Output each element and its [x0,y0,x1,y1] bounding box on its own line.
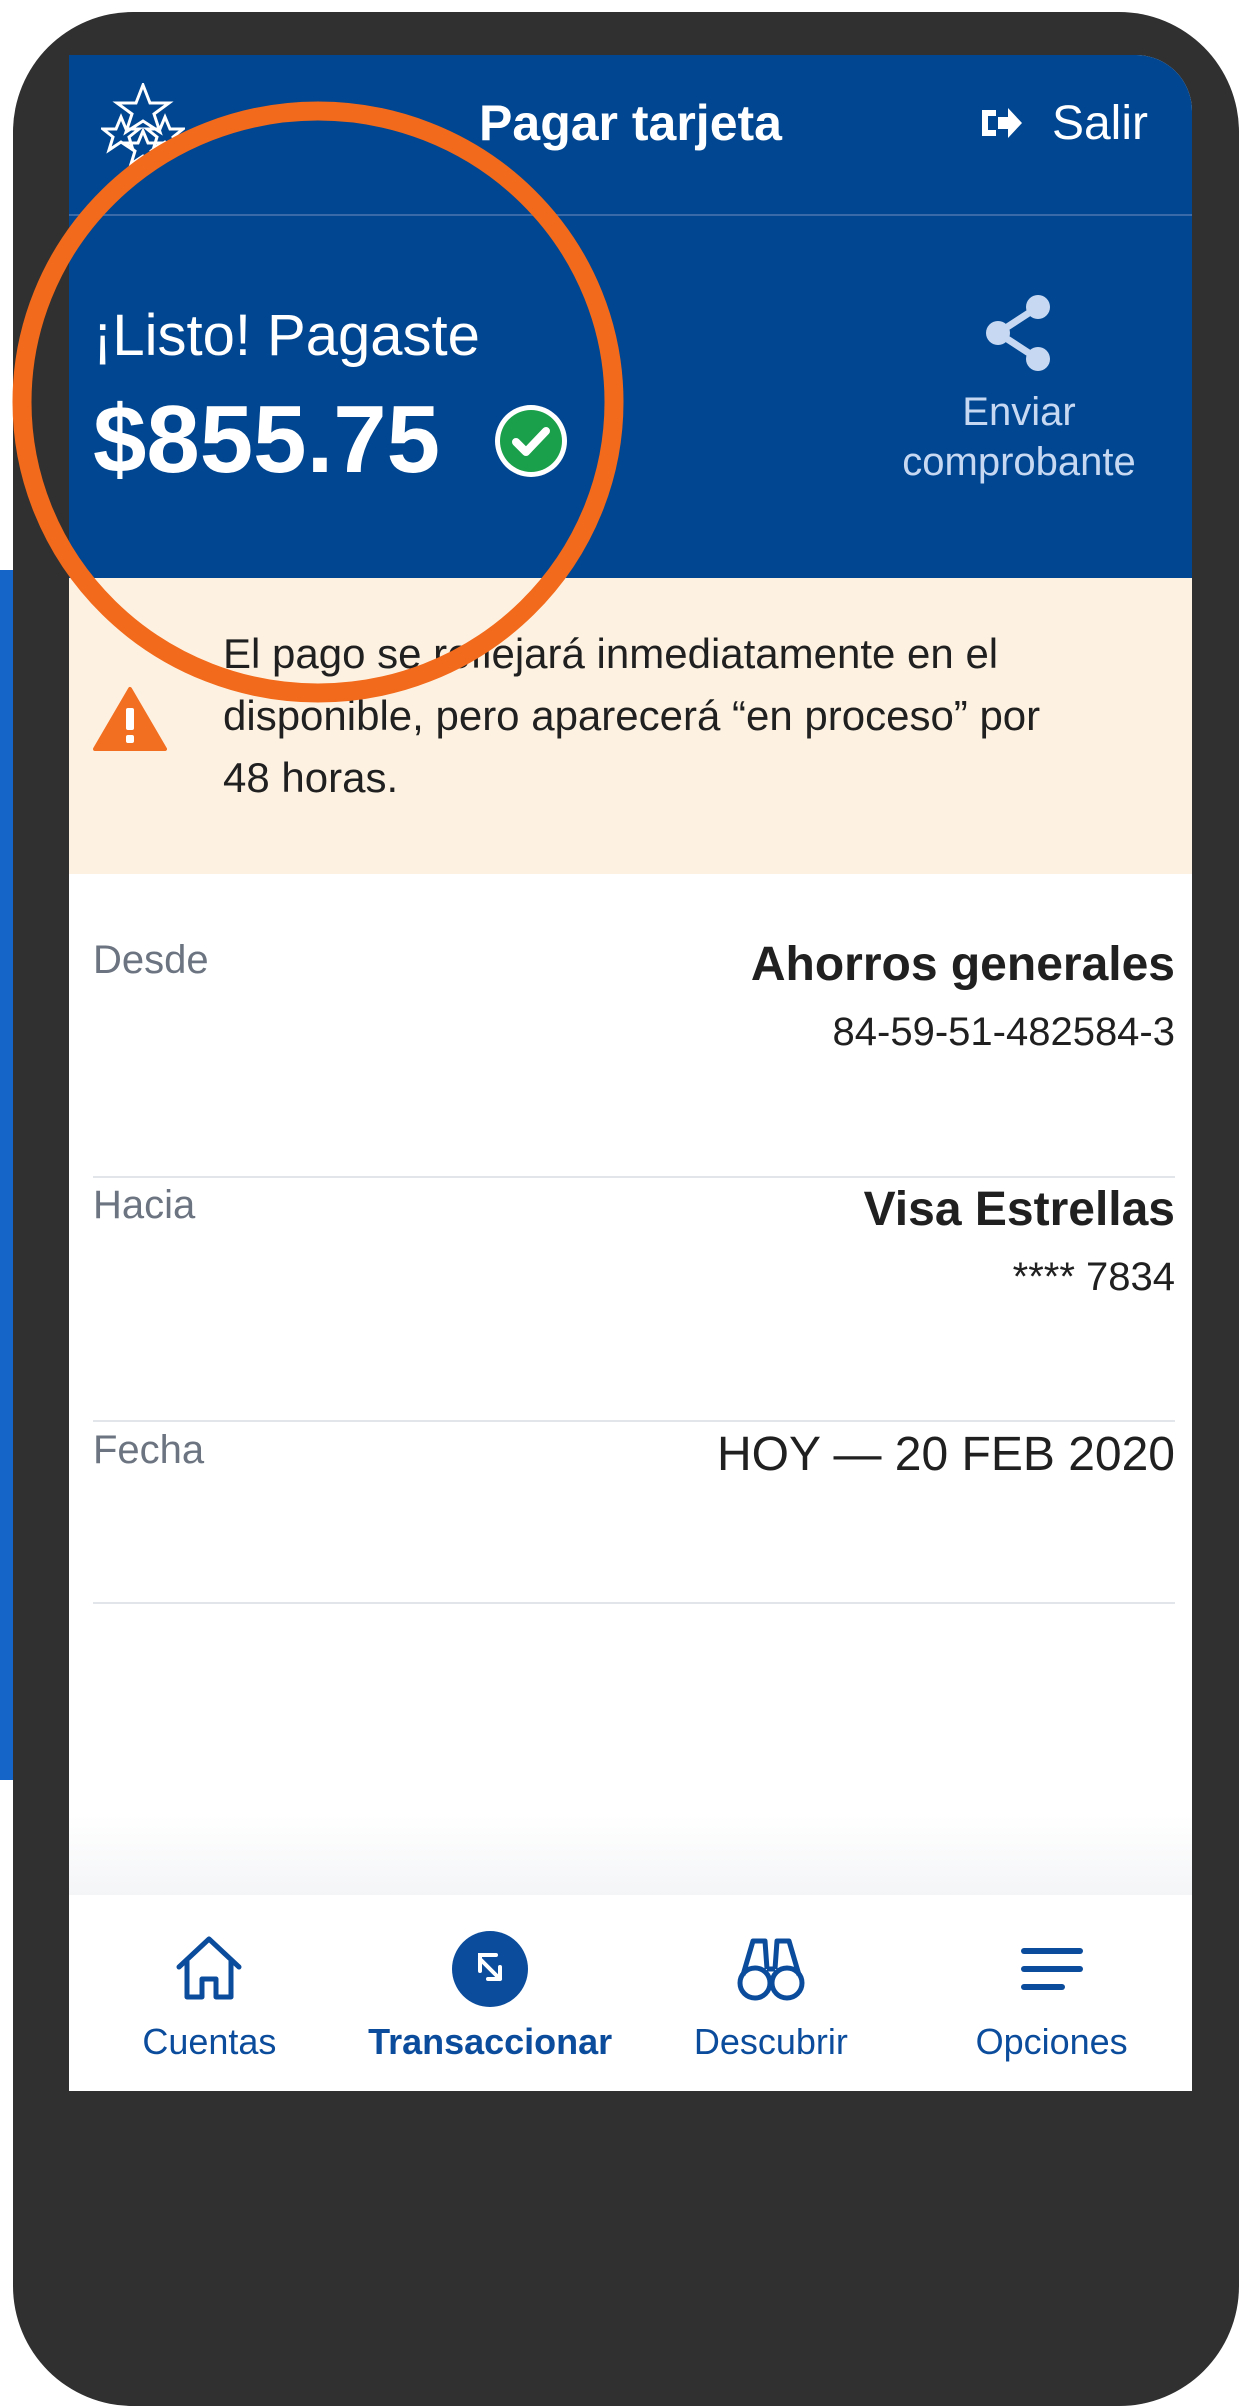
detail-row-from: Desde Ahorros generales 84-59-51-482584-… [93,935,1175,1178]
tab-cuentas-label: Cuentas [142,2021,277,2062]
send-receipt-label-line1: Enviar [962,390,1076,434]
tab-opciones-label: Opciones [975,2021,1128,2062]
home-icon [176,1936,242,2000]
share-icon [986,295,1050,371]
warning-text-line2: disponible, pero aparecerá “en proceso” … [223,692,1041,739]
to-label: Hacia [93,1183,196,1227]
detail-row-date: Fecha HOY — 20 FEB 2020 [93,1425,1175,1604]
send-receipt-button[interactable]: Enviar comprobante [854,293,1184,487]
logout-label: Salir [1051,96,1148,150]
logout-button[interactable]: Salir [978,93,1148,153]
binoculars-icon [737,1938,805,2001]
payment-amount: $855.75 [93,386,441,493]
header-divider [69,214,1192,216]
check-circle-icon [495,405,567,477]
tab-transaccionar[interactable]: Transaccionar [350,1895,631,2091]
to-card-number: **** 7834 [1012,1255,1175,1299]
tab-transaccionar-label: Transaccionar [368,2021,613,2062]
date-label: Fecha [93,1428,205,1472]
transfer-icon [452,1931,529,2007]
warning-icon [93,687,167,751]
app-screen: Pagar tarjeta Salir ¡Listo! Pagaste $855… [69,55,1192,2091]
warning-text-line3: 48 horas. [223,754,399,801]
warning-text: El pago se reflejará inmediatamente en e… [223,623,1153,809]
warning-text-line1: El pago se reflejará inmediatamente en e… [223,630,999,677]
payment-status-text: ¡Listo! Pagaste [93,303,480,368]
menu-icon [1020,1948,1083,1990]
bottom-nav: Cuentas Transaccionar Descubrir Opciones [69,1895,1192,2091]
tab-descubrir-label: Descubrir [693,2021,848,2062]
tab-descubrir[interactable]: Descubrir [631,1895,912,2091]
send-receipt-label-line2: comprobante [902,440,1136,484]
detail-row-to: Hacia Visa Estrellas **** 7834 [93,1180,1175,1422]
nav-shadow [69,1815,1192,1895]
to-card-name: Visa Estrellas [863,1183,1175,1236]
date-value: HOY — 20 FEB 2020 [716,1428,1175,1481]
tab-opciones[interactable]: Opciones [911,1895,1192,2091]
from-label: Desde [93,938,209,982]
logout-icon [981,108,1022,138]
from-account-number: 84-59-51-482584-3 [832,1010,1175,1054]
from-account-name: Ahorros generales [750,938,1175,991]
tab-cuentas[interactable]: Cuentas [69,1895,350,2091]
top-nav-bar: Pagar tarjeta Salir [69,55,1192,215]
header: Pagar tarjeta Salir ¡Listo! Pagaste $855… [69,55,1192,578]
